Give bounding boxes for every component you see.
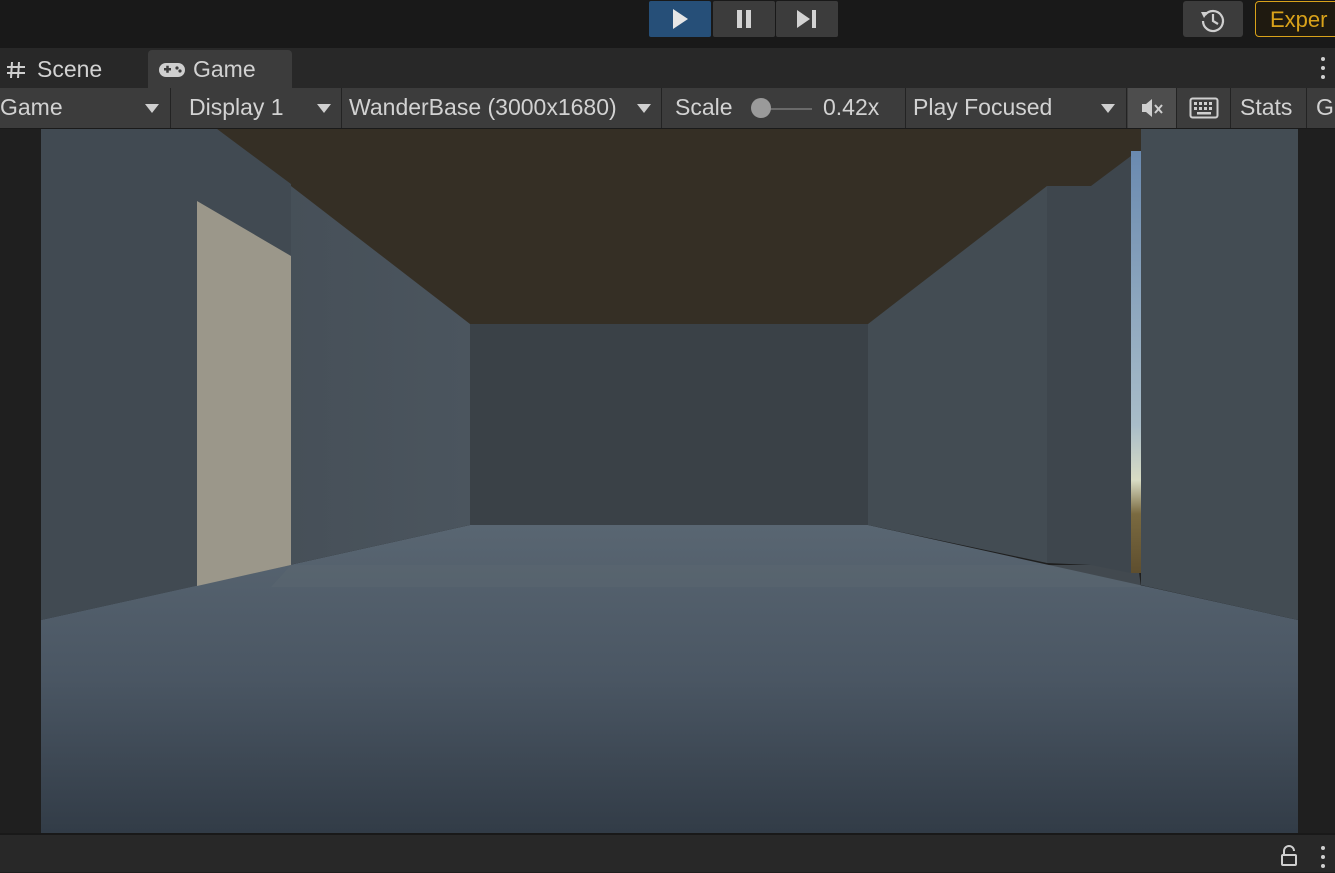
gamepad-icon	[159, 63, 185, 77]
stats-toggle[interactable]: Stats	[1232, 88, 1307, 128]
play-mode-dropdown[interactable]: Play Focused	[907, 88, 1127, 128]
play-mode-label: Play Focused	[913, 94, 1053, 120]
display-dropdown[interactable]: Display 1	[172, 88, 342, 128]
pause-button[interactable]	[713, 1, 775, 37]
experience-button[interactable]: Exper	[1255, 1, 1335, 37]
scale-label: Scale	[675, 94, 733, 120]
tab-scene-label: Scene	[37, 56, 103, 82]
game-viewport[interactable]	[41, 129, 1298, 833]
scale-slider-handle[interactable]	[751, 98, 771, 118]
gizmos-label: Gizmos	[1316, 94, 1335, 120]
audio-mute-icon	[1142, 99, 1163, 117]
grid-icon	[7, 61, 25, 79]
display-label: Display 1	[189, 94, 284, 120]
chevron-down-icon	[145, 104, 159, 113]
sky-opening	[1131, 151, 1141, 573]
doorway	[197, 201, 291, 586]
chevron-down-icon	[637, 104, 651, 113]
tab-game[interactable]: Game	[148, 50, 292, 88]
gizmos-toggle[interactable]: Gizmos	[1308, 88, 1335, 128]
step-icon	[797, 10, 816, 28]
history-button[interactable]	[1183, 1, 1243, 37]
history-icon	[1201, 9, 1225, 33]
mute-audio-toggle[interactable]	[1128, 88, 1177, 128]
back-wall	[470, 324, 868, 526]
main-toolbar: Exper	[0, 0, 1335, 48]
game-view-toolbar: Game Display 1 WanderBase (3000x1680) Sc…	[0, 88, 1335, 129]
status-bar	[0, 833, 1335, 872]
resolution-label: WanderBase (3000x1680)	[349, 94, 617, 120]
play-icon	[673, 9, 688, 29]
stats-label: Stats	[1240, 94, 1293, 120]
pause-icon	[737, 10, 751, 28]
scale-value: 0.42x	[823, 94, 880, 120]
right-wall-recess	[1047, 156, 1131, 573]
resolution-dropdown[interactable]: WanderBase (3000x1680)	[343, 88, 662, 128]
chevron-down-icon	[317, 104, 331, 113]
keyboard-icon	[1189, 97, 1219, 119]
lock-icon[interactable]	[1279, 845, 1299, 867]
tab-options-button[interactable]	[1317, 57, 1329, 84]
game-render	[41, 129, 1298, 833]
kebab-menu-icon[interactable]	[1317, 846, 1329, 873]
floor-step	[271, 565, 1141, 587]
view-mode-label: Game	[0, 94, 63, 120]
chevron-down-icon	[1101, 104, 1115, 113]
view-mode-dropdown[interactable]: Game	[0, 88, 171, 128]
step-button[interactable]	[776, 1, 838, 37]
editor-tab-strip: Scene Game	[0, 48, 1335, 88]
tab-scene[interactable]: Scene	[0, 50, 145, 88]
tab-game-label: Game	[193, 56, 256, 82]
right-near-wall	[1141, 129, 1298, 620]
play-button[interactable]	[649, 1, 711, 37]
experience-label: Exper	[1270, 7, 1328, 32]
keyboard-shortcuts-toggle[interactable]	[1178, 88, 1231, 128]
